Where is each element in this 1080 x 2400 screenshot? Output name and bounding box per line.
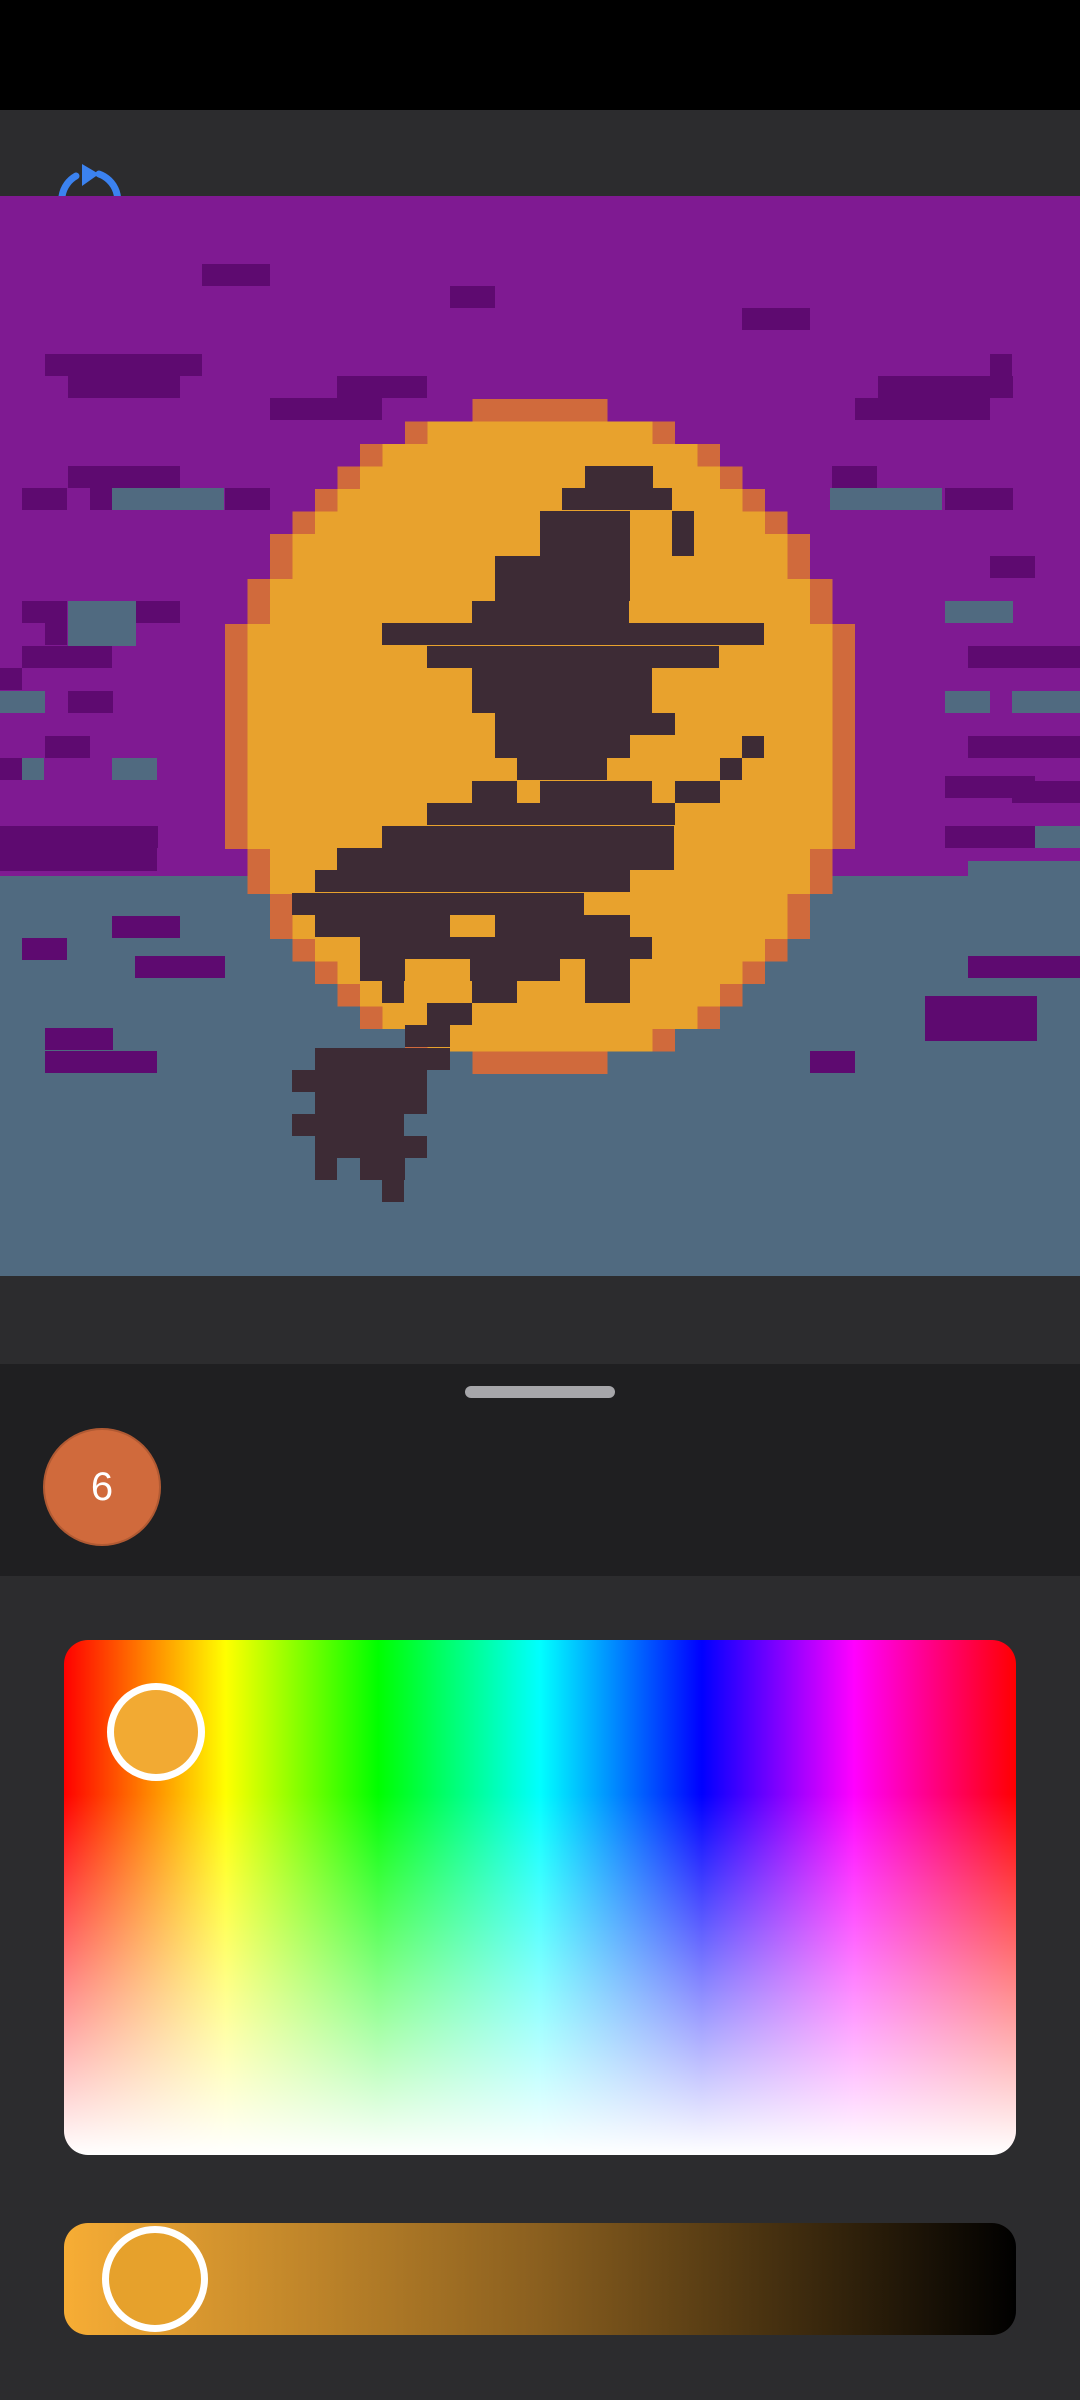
hue-picker-thumb[interactable] <box>107 1683 205 1781</box>
brightness-slider-thumb[interactable] <box>102 2226 208 2332</box>
top-toolbar <box>0 110 1080 196</box>
palette-strip: 6 <box>0 1364 1080 1576</box>
status-bar <box>0 0 1080 110</box>
hue-saturation-picker[interactable] <box>64 1640 1016 2155</box>
brightness-slider[interactable] <box>64 2223 1016 2335</box>
color-swatch-6[interactable]: 6 <box>43 1428 161 1546</box>
canvas-footer <box>0 1276 1080 1364</box>
pixel-art-canvas[interactable] <box>0 196 1080 1276</box>
sheet-drag-handle[interactable] <box>465 1386 615 1398</box>
witch-moon-artwork[interactable] <box>0 196 1080 1276</box>
